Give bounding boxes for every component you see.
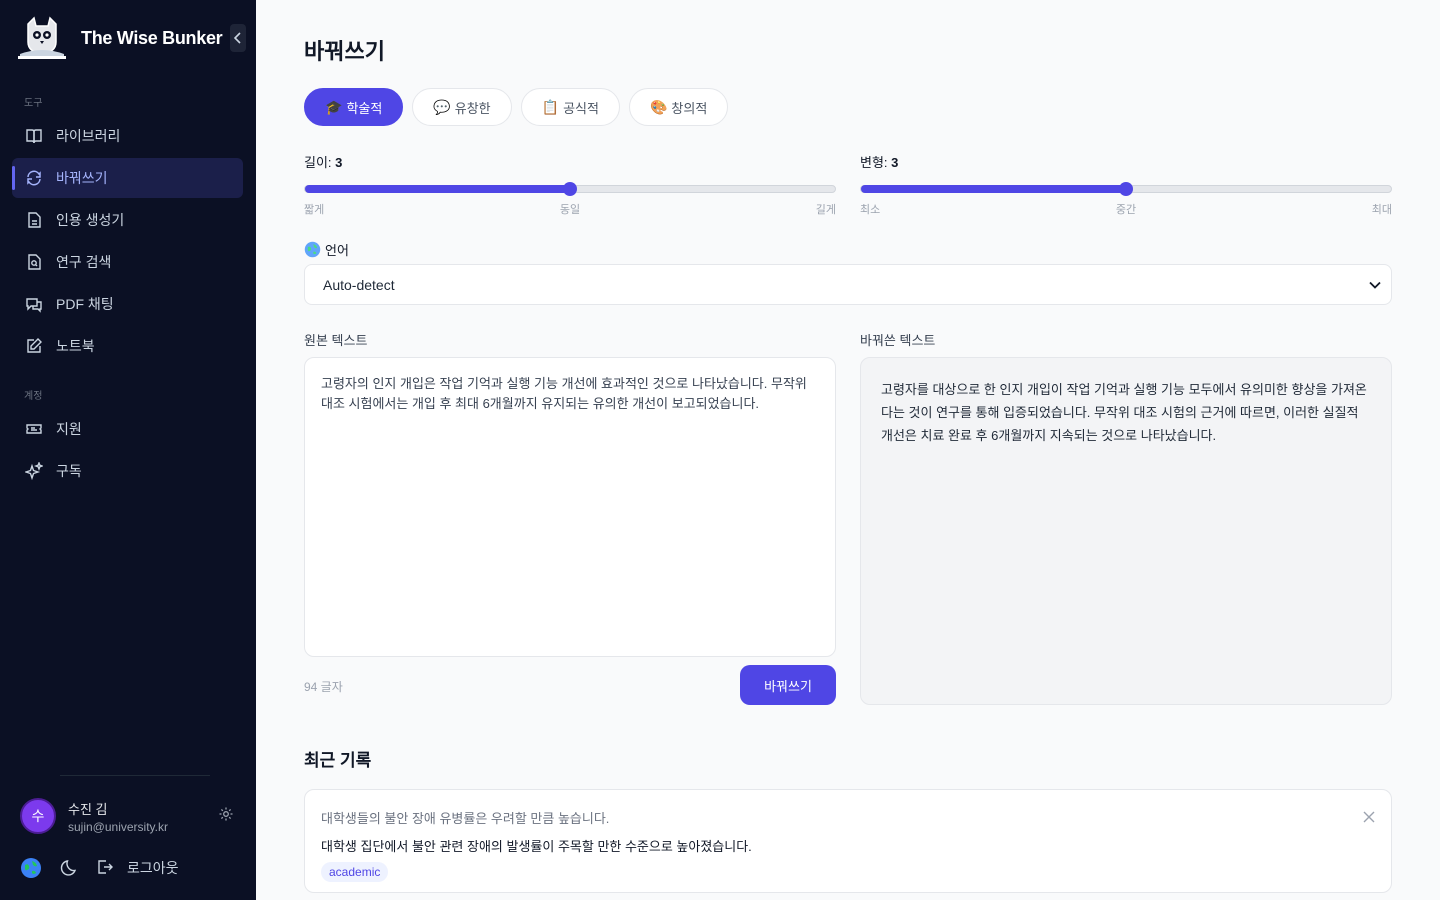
length-ticks: 짧게 동일 길게: [304, 201, 836, 216]
section-label-account: 계정: [24, 391, 43, 402]
book-icon: [24, 126, 44, 146]
tick-label: 최소: [860, 204, 881, 216]
brand[interactable]: The Wise Bunker: [16, 16, 223, 60]
length-slider-thumb[interactable]: [563, 182, 577, 196]
style-tabs: 🎓 학술적 💬 유창한 📋 공식적 🎨 창의적: [304, 88, 729, 126]
sidebar-item-label: 인용 생성기: [56, 212, 125, 228]
language-select[interactable]: Auto-detect: [304, 264, 1392, 305]
sidebar-item-pdf-chat[interactable]: PDF 채팅: [12, 284, 243, 324]
logout-label: 로그아웃: [127, 860, 179, 876]
variation-label: 변형: 3: [860, 155, 899, 170]
history-original-text: 대학생들의 불안 장애 유병률은 우려할 만큼 높습니다.: [321, 811, 610, 826]
sidebar-item-paraphrase[interactable]: 바꿔쓰기: [12, 158, 243, 198]
sidebar-item-citation[interactable]: 인용 생성기: [12, 200, 243, 240]
tab-fluent[interactable]: 💬 유창한: [412, 88, 512, 126]
variation-ticks: 최소 중간 최대: [860, 201, 1392, 216]
tick-label: 중간: [1115, 204, 1137, 216]
chevron-left-icon: [234, 32, 241, 44]
length-label: 길이: 3: [304, 155, 343, 170]
owl-logo-icon: [18, 16, 66, 59]
variation-slider-thumb[interactable]: [1119, 182, 1133, 196]
sparkles-icon: [24, 461, 44, 481]
user-profile[interactable]: 수 수진 김 sujin@university.kr: [20, 798, 240, 834]
clipboard-icon: 📋: [541, 98, 560, 115]
user-email: sujin@university.kr: [68, 819, 168, 834]
sidebar: The Wise Bunker 도구 라이브러리 바꿔쓰기 인용 생성기 연구 …: [0, 0, 256, 900]
tab-label: 유창한: [454, 100, 491, 116]
sidebar-item-subscription[interactable]: 구독: [12, 451, 243, 491]
length-slider[interactable]: [304, 182, 836, 196]
variation-slider-fill: [861, 185, 1126, 193]
sidebar-item-label: 노트북: [56, 338, 95, 354]
tick-label: 짧게: [304, 204, 325, 216]
style-tag: academic: [321, 862, 389, 882]
ticket-icon: [24, 419, 44, 439]
sidebar-item-label: 지원: [56, 421, 82, 437]
variation-slider-block: 변형: 3 최소 중간 최대: [860, 152, 1392, 216]
char-count: 94 글자: [304, 680, 343, 694]
avatar: 수: [20, 798, 56, 834]
sidebar-item-label: 구독: [56, 463, 82, 479]
length-slider-block: 길이: 3 짧게 동일 길게: [304, 152, 836, 216]
tick-label: 최대: [1371, 204, 1392, 216]
section-label-tools: 도구: [24, 98, 43, 109]
refresh-icon: [24, 168, 44, 188]
globe-icon: [304, 241, 321, 258]
sidebar-item-label: 연구 검색: [56, 254, 112, 270]
sidebar-item-label: 바꿔쓰기: [56, 170, 108, 186]
sidebar-footer: 로그아웃: [20, 856, 179, 880]
sidebar-item-library[interactable]: 라이브러리: [12, 116, 243, 156]
sidebar-item-research[interactable]: 연구 검색: [12, 242, 243, 282]
sidebar-item-label: 라이브러리: [56, 128, 121, 144]
output-text-label: 바꿔쓴 텍스트: [860, 333, 936, 348]
chat-icon: [24, 294, 44, 314]
speech-bubble-icon: 💬: [433, 98, 451, 115]
length-value: 3: [335, 155, 343, 170]
graduation-cap-icon: 🎓: [325, 98, 343, 115]
user-name: 수진 김: [68, 801, 108, 817]
globe-icon[interactable]: [20, 857, 42, 879]
tab-academic[interactable]: 🎓 학술적: [304, 88, 404, 126]
paraphrase-button[interactable]: 바꿔쓰기: [740, 665, 836, 705]
document-icon: [24, 210, 44, 230]
length-slider-fill: [305, 185, 570, 193]
close-icon[interactable]: [1363, 810, 1375, 828]
variation-slider[interactable]: [860, 182, 1392, 196]
history-result-text: 대학생 집단에서 불안 관련 장애의 발생률이 주목할 만한 수준으로 높아졌습…: [321, 839, 752, 854]
tab-formal[interactable]: 📋 공식적: [520, 88, 620, 126]
app-name: The Wise Bunker: [81, 27, 223, 48]
gear-icon[interactable]: [218, 806, 234, 827]
output-text-box: 고령자를 대상으로 한 인지 개입이 작업 기억과 실행 기능 모두에서 유의미…: [860, 357, 1392, 705]
page-title: 바꿔쓰기: [304, 39, 385, 64]
main-content: 바꿔쓰기 🎓 학술적 💬 유창한 📋 공식적 🎨 창의적 길이: 3 짧게 동일 길게 …: [256, 0, 1440, 900]
logout-icon: [96, 858, 114, 879]
moon-icon[interactable]: [60, 858, 80, 878]
tab-label: 창의적: [671, 100, 708, 116]
tab-label: 학술적: [346, 100, 383, 116]
recent-history-title: 최근 기록: [304, 751, 372, 770]
tab-creative[interactable]: 🎨 창의적: [628, 88, 729, 126]
sidebar-item-support[interactable]: 지원: [12, 409, 243, 449]
history-item[interactable]: 대학생들의 불안 장애 유병률은 우려할 만큼 높습니다. 대학생 집단에서 불…: [304, 789, 1392, 893]
source-textarea[interactable]: 고령자의 인지 개입은 작업 기억과 실행 기능 개선에 효과적인 것으로 나타…: [304, 357, 836, 657]
tab-label: 공식적: [563, 100, 599, 116]
sidebar-item-notebook[interactable]: 노트북: [12, 326, 243, 366]
variation-value: 3: [891, 155, 899, 170]
language-label: 언어: [304, 240, 349, 259]
edit-icon: [24, 336, 44, 356]
tick-label: 길게: [815, 204, 836, 216]
sidebar-divider: [60, 775, 210, 776]
sidebar-item-label: PDF 채팅: [56, 296, 114, 312]
palette-icon: 🎨: [649, 98, 668, 115]
tick-label: 동일: [559, 204, 581, 216]
logout-button[interactable]: 로그아웃: [96, 858, 179, 879]
chevron-down-icon: [1369, 281, 1381, 289]
collapse-sidebar-button[interactable]: [230, 24, 246, 52]
file-search-icon: [24, 252, 44, 272]
language-selected-value: Auto-detect: [323, 276, 395, 293]
source-text-label: 원본 텍스트: [304, 333, 368, 348]
